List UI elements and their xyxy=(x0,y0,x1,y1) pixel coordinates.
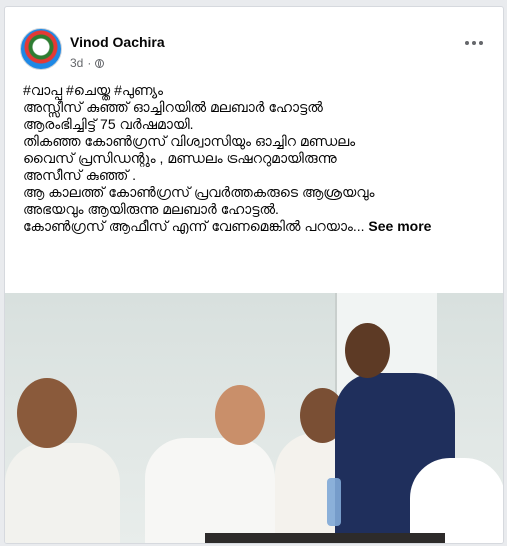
person-edge xyxy=(410,458,503,543)
person-center-head xyxy=(215,385,265,445)
post-line: ആരംഭിച്ചിട്ട് 75 വർഷമായി. xyxy=(23,116,194,132)
person-left xyxy=(5,443,120,543)
person-center xyxy=(145,438,275,543)
post-line: അഭയവും ആയിരുന്നു മലബാർ ഹോട്ടൽ. xyxy=(23,201,279,217)
post-time[interactable]: 3d xyxy=(70,56,83,70)
post-line: അസീസ് കുഞ്ഞ് . xyxy=(23,167,137,183)
water-bottle xyxy=(327,478,341,526)
post-line: ആ കാലത്ത് കോൺഗ്രസ് പ്രവർത്തകരുടെ ആശ്രയവു… xyxy=(23,184,375,200)
post-header: Vinod Oachira 3d · xyxy=(5,7,503,77)
author-name[interactable]: Vinod Oachira xyxy=(70,34,165,50)
post-line: അസ്സീസ് കുഞ്ഞ് ഓച്ചിറയിൽ മലബാർ ഹോട്ടൽ xyxy=(23,99,323,115)
author-avatar[interactable] xyxy=(20,28,62,70)
post-meta: 3d · xyxy=(70,56,105,70)
post-line-last: കോൺഗ്രസ് ആഫീസ് എന്ന് വേണമെങ്കിൽ പറയാം...… xyxy=(23,218,432,234)
post-line: വൈസ് പ്രസിഡന്റും , മണ്ഡലം ട്രഷററുമായിരുന… xyxy=(23,150,337,166)
person-standing-head xyxy=(345,323,390,378)
see-more-link[interactable]: See more xyxy=(368,218,431,234)
post-text: #വാപ്പ #ചെയ്ത #പുണ്യം അസ്സീസ് കുഞ്ഞ് ഓച്… xyxy=(23,82,493,235)
globe-icon xyxy=(95,58,105,68)
person-left-head xyxy=(17,378,77,448)
post-photo[interactable] xyxy=(5,293,503,543)
post-line: തികഞ്ഞ കോൺഗ്രസ് വിശ്വാസിയും ഓച്ചിറ മണ്ഡല… xyxy=(23,133,356,149)
post-card: Vinod Oachira 3d · #വാപ്പ #ചെയ്ത #പുണ്യം… xyxy=(4,6,504,544)
photo-table xyxy=(205,533,445,543)
post-line: #വാപ്പ #ചെയ്ത #പുണ്യം xyxy=(23,82,164,98)
more-options-icon[interactable] xyxy=(465,41,483,45)
